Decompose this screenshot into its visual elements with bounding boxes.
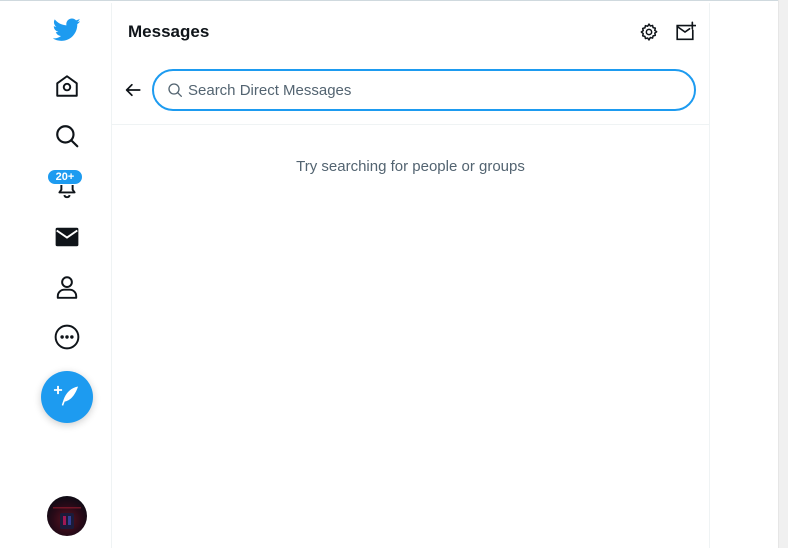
- page-scrollbar[interactable]: [778, 0, 788, 548]
- gear-icon: [640, 23, 658, 41]
- messages-panel: Messages Try searching for people or gro…: [112, 3, 710, 548]
- empty-search-hint: Try searching for people or groups: [296, 158, 525, 175]
- sidebar-nav: 20+: [0, 0, 112, 548]
- header-divider: [112, 124, 709, 125]
- home-icon: [56, 75, 78, 97]
- settings-button[interactable]: [636, 19, 662, 45]
- arrow-left-icon: [125, 83, 141, 97]
- twitter-logo-link[interactable]: [42, 5, 92, 55]
- back-button[interactable]: [120, 77, 146, 103]
- person-icon: [56, 276, 78, 299]
- account-avatar[interactable]: [47, 496, 87, 536]
- search-box[interactable]: [152, 69, 696, 111]
- nav-profile[interactable]: [42, 262, 92, 312]
- search-input[interactable]: [188, 81, 668, 99]
- feather-plus-icon: [53, 385, 79, 406]
- search-field-icon: [166, 81, 184, 99]
- nav-home[interactable]: [42, 61, 92, 111]
- new-message-button[interactable]: [672, 19, 698, 45]
- avatar-image: [53, 507, 81, 529]
- more-circle-icon: [54, 324, 80, 350]
- page-title: Messages: [128, 22, 210, 41]
- nav-explore[interactable]: [42, 111, 92, 161]
- twitter-bird-icon: [53, 18, 81, 41]
- new-message-icon: [676, 21, 696, 41]
- search-icon: [56, 125, 79, 148]
- nav-messages[interactable]: [42, 212, 92, 262]
- nav-more[interactable]: [42, 312, 92, 362]
- compose-tweet-button[interactable]: [41, 371, 93, 423]
- envelope-icon: [55, 227, 79, 247]
- notifications-badge: 20+: [47, 169, 83, 185]
